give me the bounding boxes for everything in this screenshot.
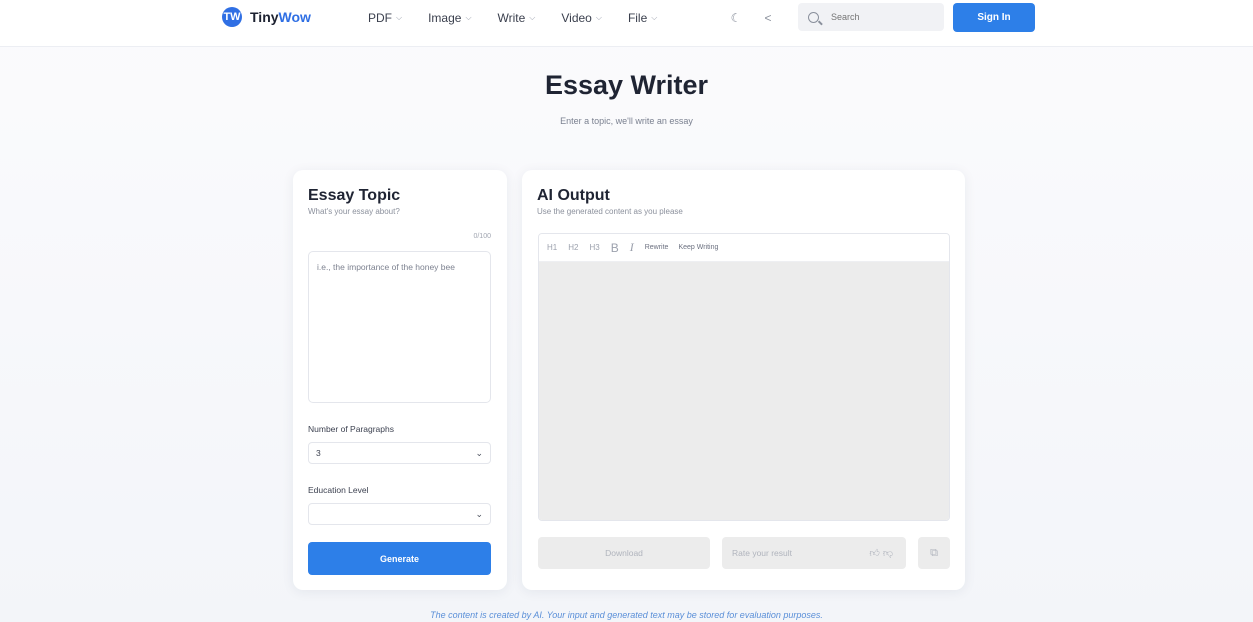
logo-text: TinyWow (250, 9, 311, 25)
chevron-down-icon: ⌵ (465, 13, 472, 22)
h1-button[interactable]: H1 (547, 243, 557, 252)
topic-textarea[interactable]: i.e., the importance of the honey bee (308, 251, 491, 403)
keep-writing-button[interactable]: Keep Writing (678, 244, 718, 251)
logo-icon: TW (222, 7, 242, 27)
rating-icons: 👍︎👎︎ (869, 547, 896, 559)
search-bar[interactable] (798, 3, 944, 31)
rate-label: Rate your result (732, 548, 792, 558)
editor-toolbar: H1 H2 H3 B I Rewrite Keep Writing (539, 234, 949, 262)
nav-label: File (627, 11, 648, 25)
education-select[interactable]: ⌄ (308, 503, 491, 525)
nav-label: Write (497, 11, 526, 25)
share-icon: < (764, 11, 772, 25)
paragraphs-select[interactable]: 3 ⌄ (308, 442, 491, 464)
share-button[interactable]: < (757, 7, 779, 29)
nav-item-video[interactable]: Video ⌵ (561, 11, 602, 25)
search-icon (808, 11, 819, 23)
nav-label: Image (428, 11, 462, 25)
panel-hint: What's your essay about? (308, 207, 400, 216)
education-label: Education Level (308, 485, 369, 495)
rewrite-button[interactable]: Rewrite (645, 244, 669, 251)
panel-hint: Use the generated content as you please (537, 207, 683, 216)
generate-button[interactable]: Generate (308, 542, 491, 575)
copy-button[interactable]: ⧉ (918, 537, 950, 569)
h2-button[interactable]: H2 (568, 243, 578, 252)
ai-disclaimer: The content is created by AI. Your input… (430, 610, 823, 620)
logo-text-primary: Tiny (250, 9, 279, 25)
nav-item-image[interactable]: Image ⌵ (428, 11, 471, 25)
nav-label: Video (561, 11, 592, 25)
page-subtitle: Enter a topic, we'll write an essay (560, 116, 693, 126)
sign-in-button[interactable]: Sign In (953, 3, 1035, 32)
output-area[interactable] (539, 262, 949, 520)
paragraphs-value: 3 (316, 448, 321, 458)
chevron-down-icon: ⌄ (475, 447, 483, 458)
italic-button[interactable]: I (630, 240, 634, 255)
logo-text-accent: Wow (278, 9, 311, 25)
search-input[interactable] (829, 11, 943, 23)
copy-icon: ⧉ (930, 546, 938, 559)
chevron-down-icon: ⌄ (475, 508, 483, 519)
nav-item-file[interactable]: File ⌵ (628, 11, 657, 25)
top-navbar: TW TinyWow PDF ⌵ Image ⌵ Write ⌵ Video ⌵… (0, 0, 1253, 47)
nav-item-pdf[interactable]: PDF ⌵ (368, 11, 402, 25)
nav-label: PDF (368, 11, 392, 25)
main-nav: PDF ⌵ Image ⌵ Write ⌵ Video ⌵ File ⌵ (368, 11, 683, 25)
chevron-down-icon: ⌵ (651, 13, 658, 22)
chevron-down-icon: ⌵ (529, 13, 536, 22)
panel-title: Essay Topic (308, 187, 401, 204)
paragraphs-label: Number of Paragraphs (308, 424, 394, 434)
thumbs-down-icon[interactable]: 👎︎ (883, 548, 896, 559)
bold-button[interactable]: B (611, 241, 619, 255)
nav-item-write[interactable]: Write ⌵ (498, 11, 536, 25)
dark-mode-toggle[interactable]: ☾ (725, 7, 747, 29)
character-counter: 0/100 (473, 233, 491, 240)
page-title: Essay Writer (544, 70, 709, 100)
ai-output-panel: AI Output Use the generated content as y… (522, 170, 965, 590)
chevron-down-icon: ⌵ (396, 13, 403, 22)
download-button[interactable]: Download (538, 537, 710, 569)
thumbs-up-icon[interactable]: 👍︎ (869, 548, 882, 559)
h3-button[interactable]: H3 (589, 243, 599, 252)
moon-icon: ☾ (730, 11, 742, 25)
output-editor: H1 H2 H3 B I Rewrite Keep Writing (538, 233, 950, 521)
logo[interactable]: TW TinyWow (222, 7, 311, 27)
essay-topic-panel: Essay Topic What's your essay about? 0/1… (293, 170, 507, 590)
rate-result-box: Rate your result 👍︎👎︎ (722, 537, 906, 569)
panel-title: AI Output (537, 187, 610, 204)
chevron-down-icon: ⌵ (595, 13, 602, 22)
